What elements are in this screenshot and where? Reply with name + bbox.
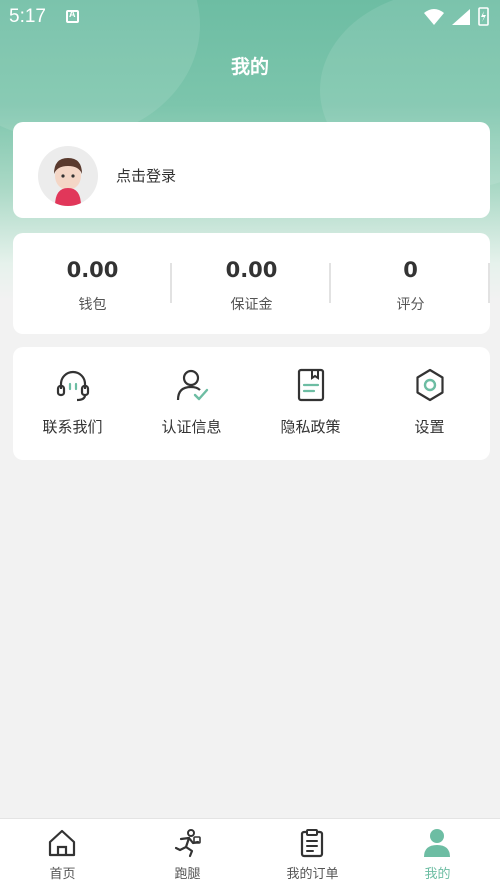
tab-label: 跑腿	[174, 867, 201, 882]
clipboard-icon	[300, 829, 324, 858]
menu-card: 联系我们 认证信息 隐私政策 设置	[13, 347, 490, 460]
tab-errand[interactable]: 跑腿	[125, 819, 250, 889]
login-prompt[interactable]: 点击登录	[116, 165, 176, 186]
stat-value: 0.00	[66, 258, 119, 282]
stat-label: 保证金	[230, 297, 273, 313]
gear-icon	[416, 368, 444, 402]
runner-icon	[174, 829, 201, 858]
menu-label: 联系我们	[42, 418, 103, 436]
menu-label: 设置	[414, 418, 445, 436]
login-card[interactable]: 点击登录	[13, 122, 490, 218]
menu-label: 隐私政策	[280, 418, 341, 436]
tab-my-orders[interactable]: 我的订单	[250, 819, 375, 889]
page-title: 我的	[230, 56, 269, 78]
stat-deposit[interactable]: 0.00 保证金	[172, 233, 331, 334]
stat-rating[interactable]: 0 评分	[331, 233, 490, 334]
stat-label: 评分	[396, 297, 425, 313]
menu-item-contact-us[interactable]: 联系我们	[13, 347, 132, 460]
tab-home[interactable]: 首页	[0, 819, 125, 889]
divider	[488, 263, 490, 303]
tab-label: 首页	[49, 867, 76, 882]
stat-value: 0.00	[225, 258, 278, 282]
signal-icon	[452, 9, 470, 25]
menu-item-settings[interactable]: 设置	[370, 347, 489, 460]
stat-value: 0	[403, 258, 418, 282]
tab-mine[interactable]: 我的	[375, 819, 500, 889]
stat-label: 钱包	[78, 297, 107, 313]
status-bar: 5:17	[0, 0, 500, 34]
stats-card: 0.00 钱包 0.00 保证金 0 评分	[13, 233, 490, 334]
person-icon	[424, 829, 450, 857]
avatar-icon	[54, 158, 82, 206]
avatar[interactable]	[38, 146, 98, 206]
menu-item-privacy-policy[interactable]: 隐私政策	[251, 347, 370, 460]
menu-item-verification[interactable]: 认证信息	[132, 347, 251, 460]
system-status-icons	[424, 7, 489, 26]
headset-icon	[56, 370, 90, 402]
home-icon	[48, 829, 76, 857]
menu-label: 认证信息	[161, 418, 222, 436]
status-time: 5:17	[9, 6, 46, 27]
notification-icon	[66, 9, 79, 23]
wifi-icon	[424, 9, 444, 25]
bottom-tab-bar: 首页 跑腿 我的订单 我的	[0, 818, 500, 889]
document-icon	[297, 368, 325, 402]
stat-wallet[interactable]: 0.00 钱包	[13, 233, 172, 334]
tab-label: 我的订单	[286, 867, 339, 882]
battery-icon	[478, 7, 489, 26]
user-verified-icon	[176, 369, 209, 401]
tab-label: 我的	[424, 867, 451, 882]
